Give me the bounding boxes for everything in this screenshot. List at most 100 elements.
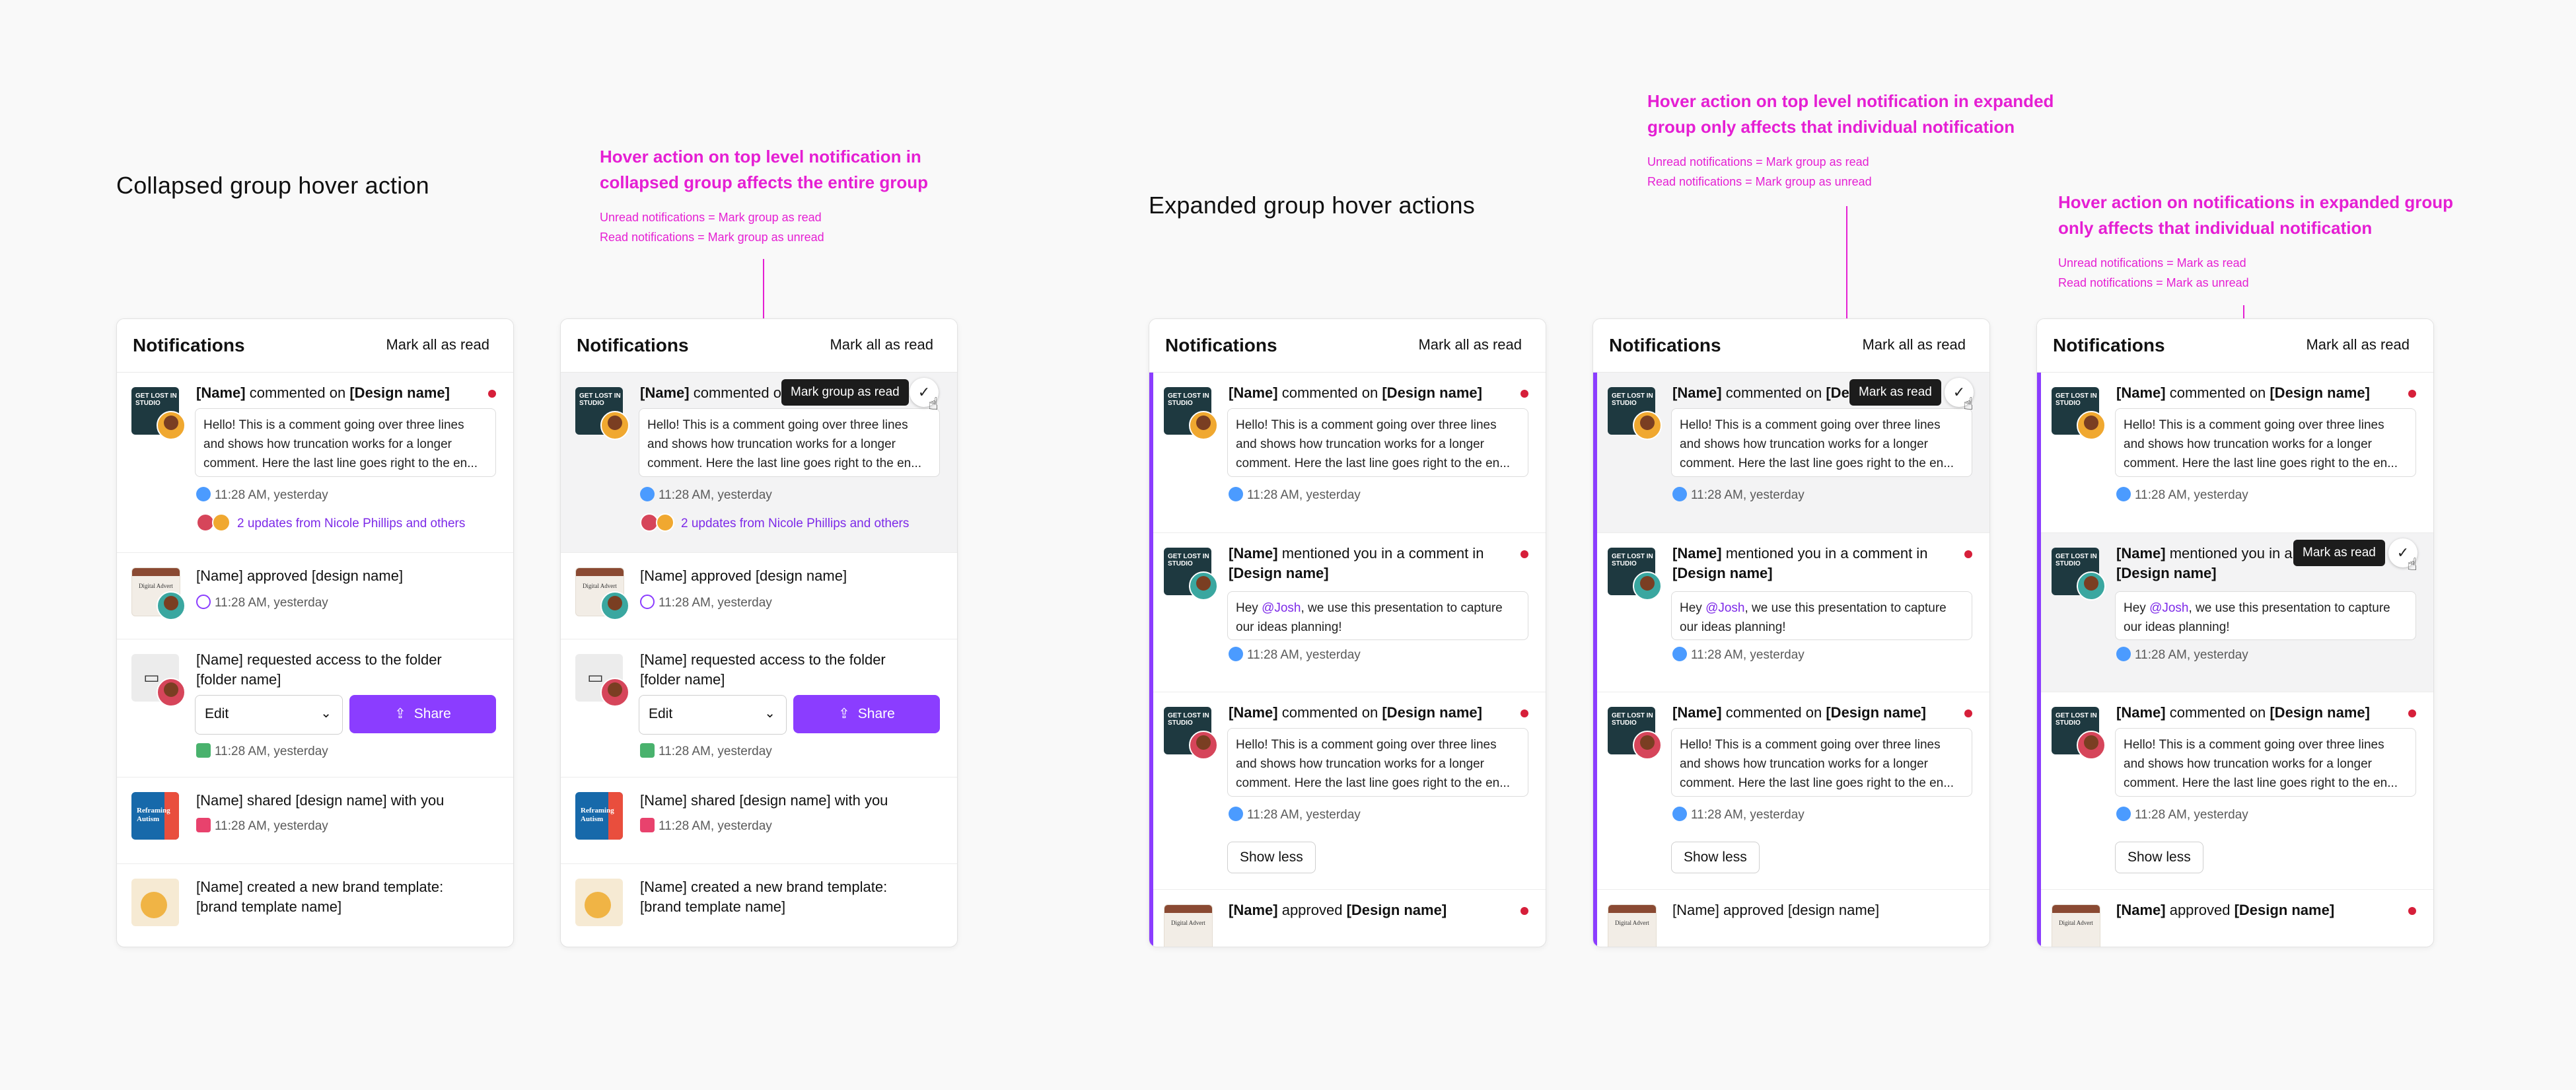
mention-tag: @Josh — [1262, 601, 1301, 615]
annotation-heading-line: Hover action on top level notification i… — [1647, 91, 2054, 111]
panel-header: Notifications Mark all as read — [2037, 319, 2433, 373]
share-button[interactable]: ⇪ Share — [793, 695, 940, 733]
comment-icon — [1229, 806, 1243, 821]
notification-group-comment[interactable]: GET LOST IN STUDIO [Name] commented on [… — [1593, 692, 1989, 889]
annotation-rule-line: Read notifications = Mark group as unrea… — [1647, 175, 1872, 188]
panel-header: Notifications Mark all as read — [117, 319, 513, 373]
notification-list: GET LOST IN STUDIO [Name] commented on [… — [1593, 373, 1989, 947]
design-thumbnail: Digital Advert — [1164, 904, 1213, 947]
avatar — [1633, 731, 1662, 760]
mark-all-read-button[interactable]: Mark all as read — [2306, 336, 2410, 353]
chevron-down-icon: ⌄ — [320, 706, 332, 721]
notification-group-comment[interactable]: GET LOST IN STUDIO [Name] commented on [… — [2037, 692, 2433, 889]
comment-icon — [640, 486, 655, 501]
comment-preview: Hello! This is a comment going over thre… — [1227, 408, 1528, 477]
notifications-panel: Notifications Mark all as read GET LOST … — [2036, 318, 2434, 947]
unread-dot — [1521, 390, 1528, 398]
notification-brand-template[interactable]: [Name] created a new brand template: [bra… — [117, 864, 513, 947]
group-updates-link[interactable]: 2 updates from Nicole Phillips and other… — [640, 513, 909, 534]
notification-group-mention-hovered[interactable]: GET LOST IN STUDIO [Name] mentioned you … — [2037, 533, 2433, 692]
group-updates-link[interactable]: 2 updates from Nicole Phillips and other… — [196, 513, 465, 534]
annotation-collapsed: Hover action on top level notification i… — [600, 144, 928, 247]
show-less-button[interactable]: Show less — [2115, 842, 2203, 873]
notification-group-top-hovered[interactable]: GET LOST IN STUDIO [Name] commented on [… — [1593, 373, 1989, 532]
notification-group-top[interactable]: GET LOST IN STUDIO [Name] commented on [… — [2037, 373, 2433, 532]
mark-all-read-button[interactable]: Mark all as read — [1862, 336, 1966, 353]
notification-access-request[interactable]: ▭ [Name] requested access to the folder[… — [561, 639, 957, 777]
panel-header: Notifications Mark all as read — [1593, 319, 1989, 373]
show-less-button[interactable]: Show less — [1227, 842, 1316, 873]
avatar — [2077, 731, 2106, 760]
notification-meta: 11:28 AM, yesterday — [1672, 486, 1805, 503]
avatar — [1189, 571, 1218, 600]
unread-dot — [1521, 709, 1528, 717]
notification-brand-template[interactable]: [Name] created a new brand template: [bra… — [561, 864, 957, 947]
notification-shared[interactable]: Reframing Autism [Name] shared [design n… — [117, 778, 513, 863]
folder-icon: ▭ — [587, 667, 604, 687]
share-icon: ⇪ — [838, 706, 850, 721]
notification-approved-read[interactable]: Digital Advert [Name] approved [design n… — [1593, 890, 1989, 947]
design-thumbnail — [131, 879, 179, 926]
notification-text: [Name] mentioned you in a comment in [De… — [1672, 545, 1928, 581]
notification-group-mention[interactable]: GET LOST IN STUDIO [Name] mentioned you … — [1149, 533, 1546, 692]
mark-all-read-button[interactable]: Mark all as read — [830, 336, 933, 353]
notification-group-top[interactable]: GET LOST IN STUDIO [Name] commented on [… — [1149, 373, 1546, 532]
mark-all-read-button[interactable]: Mark all as read — [386, 336, 489, 353]
approval-icon — [196, 594, 211, 609]
expanded-group-indicator — [2037, 373, 2041, 947]
annotation-heading-line: Hover action on top level notification i… — [600, 147, 921, 166]
notification-access-request[interactable]: ▭ [Name] requested access to the folder[… — [117, 639, 513, 777]
mark-read-tooltip: Mark as read — [1849, 379, 1941, 406]
unread-dot — [1521, 907, 1528, 915]
share-button[interactable]: ⇪ Share — [349, 695, 496, 733]
share-icon: ⇪ — [394, 706, 406, 721]
notification-meta: 11:28 AM, yesterday — [640, 743, 772, 760]
avatar — [157, 411, 186, 440]
collapsed-section-title: Collapsed group hover action — [116, 172, 429, 199]
comment-icon — [196, 486, 211, 501]
show-less-button[interactable]: Show less — [1671, 842, 1760, 873]
notification-text: [Name] approved [Design name] — [2116, 902, 2335, 918]
folder-icon: ▭ — [143, 667, 160, 687]
unread-dot — [2408, 709, 2416, 717]
notification-approved[interactable]: Digital Advert [Name] approved [design n… — [117, 553, 513, 639]
avatar — [157, 591, 186, 620]
notifications-panel: Notifications Mark all as read GET LOST … — [1149, 318, 1546, 947]
pointer-cursor-icon: ☝ — [2407, 554, 2417, 574]
permission-select[interactable]: Edit ⌄ — [195, 695, 343, 735]
comment-preview: Hello! This is a comment going over thre… — [1671, 728, 1972, 797]
notification-meta: 11:28 AM, yesterday — [640, 594, 772, 611]
annotation-heading-line: collapsed group affects the entire group — [600, 172, 928, 192]
notification-approved[interactable]: Digital Advert [Name] approved [Design n… — [1149, 890, 1546, 947]
notification-group-comment[interactable]: GET LOST IN STUDIO [Name] commented on [… — [1149, 692, 1546, 889]
notification-meta: 11:28 AM, yesterday — [196, 743, 328, 760]
notification-text: [Name] shared [design name] with you — [640, 792, 888, 809]
notification-meta: 11:28 AM, yesterday — [196, 817, 328, 834]
notification-group-mention[interactable]: GET LOST IN STUDIO [Name] mentioned you … — [1593, 533, 1989, 692]
notification-meta: 11:28 AM, yesterday — [1229, 486, 1361, 503]
notification-approved[interactable]: Digital Advert [Name] approved [design n… — [561, 553, 957, 639]
annotation-heading-line: only affects that individual notificatio… — [2058, 218, 2373, 238]
notifications-panel: Notifications Mark all as read GET LOST … — [560, 318, 958, 947]
notification-approved[interactable]: Digital Advert [Name] approved [Design n… — [2037, 890, 2433, 947]
design-thumbnail: Reframing Autism — [575, 792, 623, 840]
notification-group-collapsed-hovered[interactable]: GET LOST IN STUDIO [Name] commented on [… — [561, 373, 957, 552]
notification-group-collapsed[interactable]: GET LOST IN STUDIO [Name] commented on [… — [117, 373, 513, 552]
panel-header: Notifications Mark all as read — [1149, 319, 1546, 373]
expanded-group-indicator — [1593, 373, 1597, 947]
unread-dot — [488, 390, 496, 398]
comment-icon — [1672, 806, 1687, 821]
mark-all-read-button[interactable]: Mark all as read — [1418, 336, 1522, 353]
notification-meta: 11:28 AM, yesterday — [1672, 806, 1805, 823]
comment-icon — [1672, 646, 1687, 661]
permission-select[interactable]: Edit ⌄ — [639, 695, 787, 735]
notification-meta: 11:28 AM, yesterday — [1229, 806, 1361, 823]
comment-icon — [2116, 646, 2131, 661]
notification-text: [Name] requested access to the folder [fo… — [196, 651, 442, 688]
notification-shared[interactable]: Reframing Autism [Name] shared [design n… — [561, 778, 957, 863]
notification-meta: 11:28 AM, yesterday — [640, 817, 772, 834]
unread-dot — [2408, 907, 2416, 915]
notification-meta: 11:28 AM, yesterday — [2116, 646, 2248, 663]
notification-list: GET LOST IN STUDIO [Name] commented on [… — [2037, 373, 2433, 947]
comment-preview: Hey @Josh, we use this presentation to c… — [2115, 591, 2416, 640]
